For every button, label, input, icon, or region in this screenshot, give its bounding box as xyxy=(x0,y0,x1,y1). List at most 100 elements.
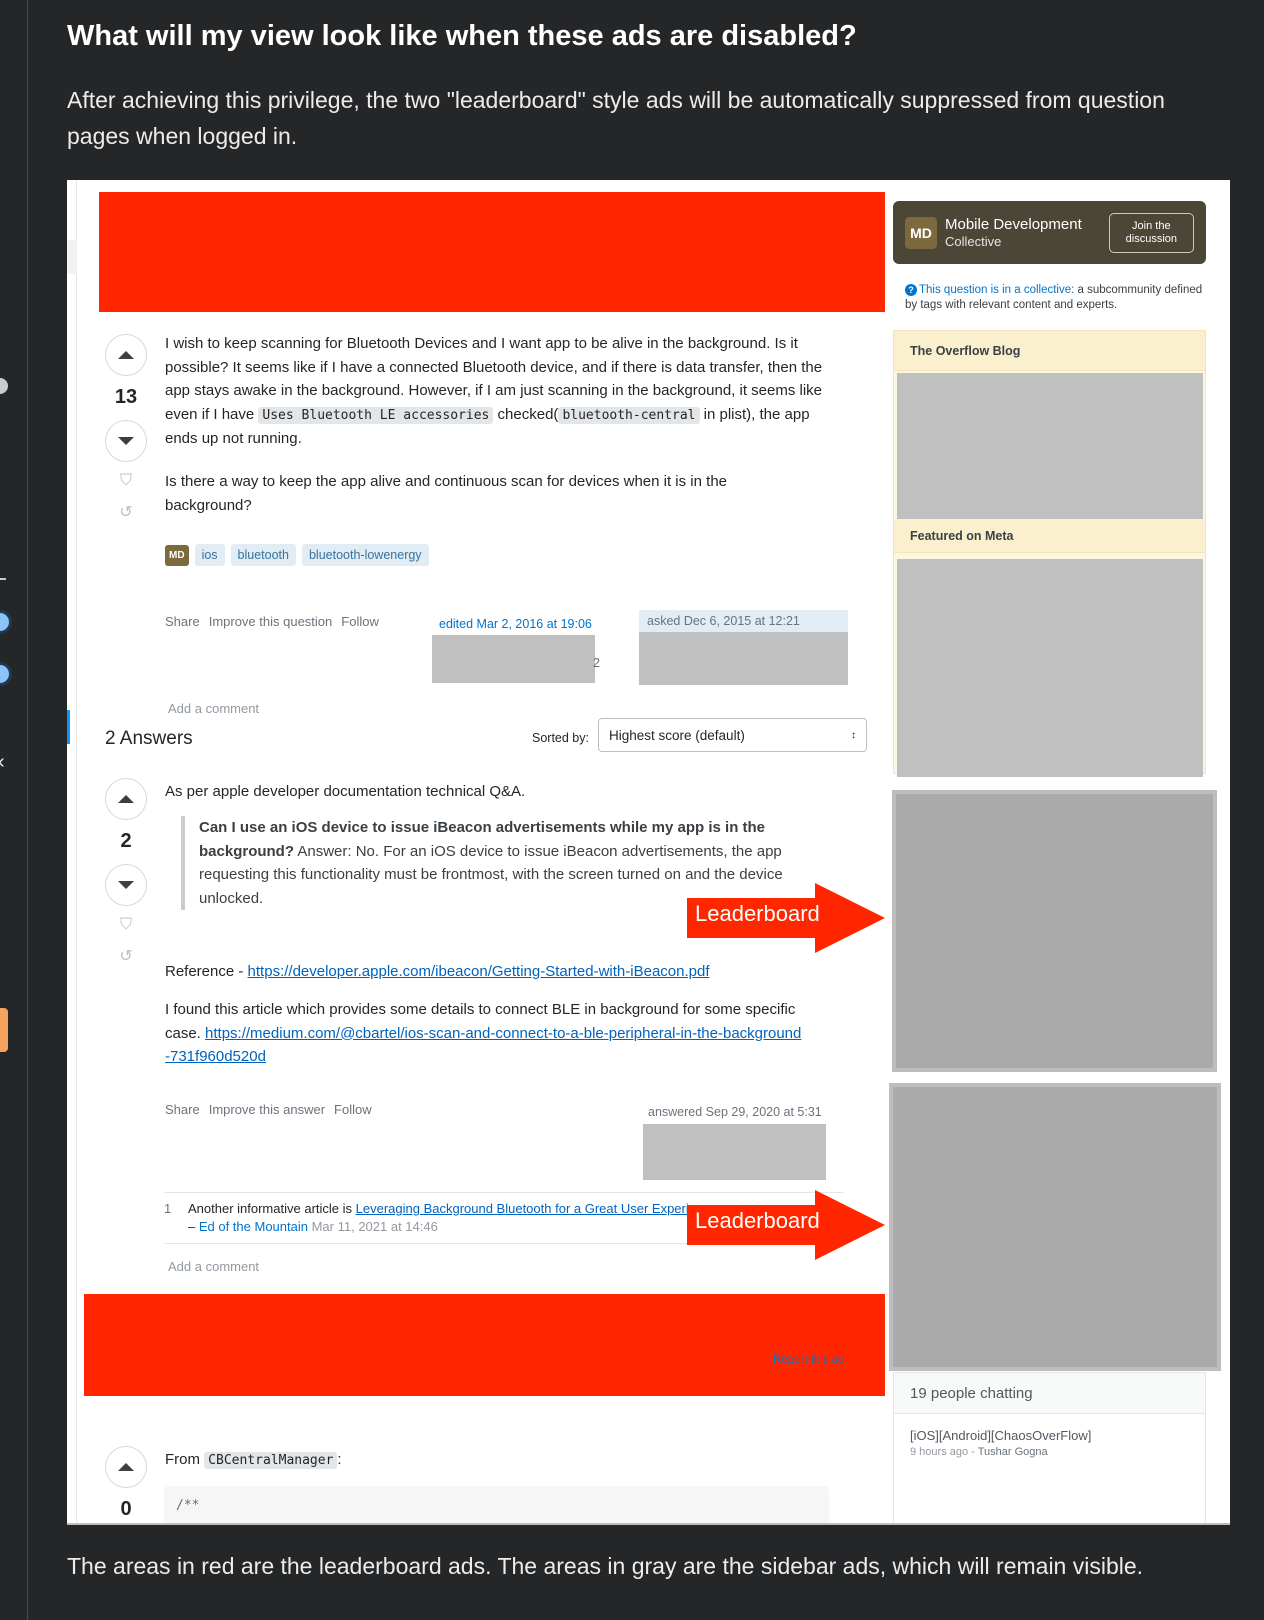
sidebar-ad-blog xyxy=(897,373,1203,519)
collective-note: ? This question is in a collective: a sub… xyxy=(905,283,1205,312)
improve-question-link[interactable]: Improve this question xyxy=(209,614,333,629)
leaderboard-ad-bottom xyxy=(84,1294,885,1396)
join-label: discussion xyxy=(1125,232,1177,245)
collective-card[interactable]: MD Mobile Development Collective Join th… xyxy=(893,201,1206,264)
edited-partial: 2 xyxy=(593,656,600,670)
tag-ios[interactable]: ios xyxy=(194,544,225,566)
upvote-arrow-icon xyxy=(118,1463,134,1471)
answer1-reference: Reference - https://developer.apple.com/… xyxy=(165,960,845,984)
question-body-p1: I wish to keep scanning for Bluetooth De… xyxy=(165,332,845,451)
rail-orange-tab[interactable] xyxy=(0,1008,8,1052)
rail-indicator-dot[interactable] xyxy=(0,378,8,394)
rail-divider xyxy=(0,578,6,580)
comment-dash: – xyxy=(188,1219,199,1234)
question-upvote-button[interactable] xyxy=(105,334,147,376)
leaderboard-arrow-2: Leaderboard xyxy=(687,1190,887,1260)
section-heading: What will my view look like when these a… xyxy=(67,20,857,52)
collective-note-link[interactable]: This question is in a collective: xyxy=(919,284,1074,296)
chat-sep: - xyxy=(968,1446,978,1458)
left-nav-strip xyxy=(67,180,77,1523)
caption-text: The areas in red are the leaderboard ads… xyxy=(67,1553,1144,1579)
chat-title[interactable]: 19 people chatting xyxy=(894,1373,1205,1414)
inline-code: bluetooth-central xyxy=(558,406,700,424)
comment-user[interactable]: Ed of the Mountain xyxy=(199,1219,308,1234)
blog-meta-widget: The Overflow Blog Featured on Meta xyxy=(893,330,1206,777)
reference-label: Reference - xyxy=(165,963,248,980)
collective-name: Mobile Development xyxy=(945,215,1082,233)
annotated-screenshot: 13 ⛉ ↺ I wish to keep scanning for Bluet… xyxy=(67,180,1230,1525)
collective-badge: MD xyxy=(905,216,937,249)
comment-text: Another informative article is xyxy=(188,1201,356,1216)
follow-link[interactable]: Follow xyxy=(341,614,379,629)
answer1-intro: As per apple developer documentation tec… xyxy=(165,783,526,800)
comment-link[interactable]: Leveraging Background Bluetooth for a Gr… xyxy=(356,1201,717,1216)
chat-room-meta: 9 hours ago - Tushar Gogna xyxy=(910,1446,1189,1458)
question-add-comment[interactable]: Add a comment xyxy=(168,701,259,716)
collective-sub: Collective xyxy=(945,233,1002,249)
collective-title[interactable]: Mobile Development Collective xyxy=(945,216,1082,250)
bookmark-icon[interactable]: ⛉ xyxy=(116,472,136,490)
answer1-upvote-button[interactable] xyxy=(105,778,147,820)
arrow-label: Leaderboard xyxy=(695,901,820,926)
question-downvote-button[interactable] xyxy=(105,420,147,462)
collapse-chevron-icon[interactable]: ‹ xyxy=(0,752,5,772)
article-link[interactable]: https://medium.com/@cbartel/ios-scan-and… xyxy=(165,1025,801,1066)
asked-timestamp: asked Dec 6, 2015 at 12:21 xyxy=(639,610,848,632)
intro-paragraph: After achieving this privilege, the two … xyxy=(67,87,1165,149)
question-post-menu: Share Improve this question Follow xyxy=(165,614,379,629)
question-text: checked( xyxy=(493,405,559,423)
follow-link[interactable]: Follow xyxy=(334,1102,372,1117)
sidebar-ad-meta xyxy=(897,559,1203,777)
improve-answer-link[interactable]: Improve this answer xyxy=(209,1102,325,1117)
report-ad-link[interactable]: Report this ad xyxy=(773,1354,845,1366)
sidebar-ad-box-2 xyxy=(889,1083,1221,1371)
history-icon[interactable]: ↺ xyxy=(116,946,136,966)
asker-card-redacted xyxy=(639,632,848,685)
question-body-p2: Is there a way to keep the app alive and… xyxy=(165,473,728,514)
answers-count: 2 Answers xyxy=(105,728,193,749)
inline-code: Uses Bluetooth LE accessories xyxy=(258,406,494,424)
tag-bluetooth[interactable]: bluetooth xyxy=(230,544,296,566)
edited-timestamp[interactable]: edited Mar 2, 2016 at 19:06 xyxy=(439,617,592,631)
share-link[interactable]: Share xyxy=(165,1102,200,1117)
chat-room-name[interactable]: [iOS][Android][ChaosOverFlow] xyxy=(910,1428,1189,1443)
help-icon: ? xyxy=(905,284,917,296)
chat-user[interactable]: Tushar Gogna xyxy=(978,1446,1048,1458)
answer2-upvote-button[interactable] xyxy=(105,1446,147,1488)
code-line: /** xyxy=(176,1498,200,1513)
answer2-score: 0 xyxy=(120,1498,132,1520)
editor-card-redacted xyxy=(432,635,595,683)
left-rail: ‹ xyxy=(0,0,28,1620)
answerer-card-redacted xyxy=(643,1124,826,1180)
leaderboard-arrow-1: Leaderboard xyxy=(687,883,887,953)
bookmark-icon[interactable]: ⛉ xyxy=(116,916,136,934)
sort-select[interactable]: Highest score (default) ↕ xyxy=(598,718,867,752)
sidebar-ad-box-1 xyxy=(892,790,1217,1072)
rail-badge-icon[interactable] xyxy=(0,610,12,634)
join-label: Join the xyxy=(1132,219,1171,232)
tag-bluetooth-lowenergy[interactable]: bluetooth-lowenergy xyxy=(301,544,429,566)
answer2-intro: From CBCentralManager: xyxy=(165,1448,342,1473)
arrow-label: Leaderboard xyxy=(695,1208,820,1233)
sort-selected-value: Highest score (default) xyxy=(609,727,745,743)
downvote-arrow-icon xyxy=(118,881,134,889)
question-score: 13 xyxy=(114,386,138,408)
collective-tag[interactable]: MD xyxy=(165,544,189,566)
answer1-downvote-button[interactable] xyxy=(105,864,147,906)
rail-badge-icon[interactable] xyxy=(0,662,12,686)
join-discussion-button[interactable]: Join the discussion xyxy=(1108,212,1194,253)
answer2-text: : xyxy=(337,1451,342,1468)
answer2-text: From xyxy=(165,1451,205,1468)
chat-room[interactable]: [iOS][Android][ChaosOverFlow] 9 hours ag… xyxy=(894,1414,1205,1472)
meta-widget-title: Featured on Meta xyxy=(894,519,1205,553)
answer1-add-comment[interactable]: Add a comment xyxy=(168,1259,259,1274)
upvote-arrow-icon xyxy=(118,351,134,359)
select-updown-icon: ↕ xyxy=(851,729,856,741)
downvote-arrow-icon xyxy=(118,437,134,445)
inline-code: CBCentralManager xyxy=(204,1452,338,1469)
reference-link[interactable]: https://developer.apple.com/ibeacon/Gett… xyxy=(248,963,710,980)
question-tags: MD ios bluetooth bluetooth-lowenergy xyxy=(165,544,429,566)
history-icon[interactable]: ↺ xyxy=(116,502,136,522)
share-link[interactable]: Share xyxy=(165,614,200,629)
code-block: /** xyxy=(164,1486,829,1523)
